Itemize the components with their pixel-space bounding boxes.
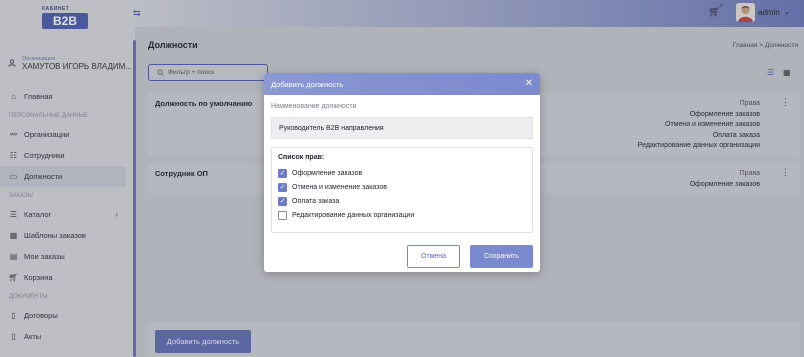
- rights-list: Список прав: ✓ Оформление заказов ✓ Отмена…: [271, 147, 533, 233]
- right-label: Оплата заказа: [292, 197, 340, 205]
- modal-header: Добавить должность ✕: [264, 73, 540, 95]
- right-label: Редактирование данных организации: [292, 211, 415, 219]
- right-checkbox-row[interactable]: Редактирование данных организации: [278, 210, 414, 220]
- save-button[interactable]: Сохранить: [470, 245, 533, 268]
- close-icon[interactable]: ✕: [525, 78, 533, 89]
- cancel-button[interactable]: Отмена: [407, 245, 460, 268]
- right-label: Оформление заказов: [292, 169, 363, 177]
- position-name-input[interactable]: Руководитель B2B направления: [271, 117, 533, 139]
- right-checkbox-row[interactable]: ✓ Оплата заказа: [278, 196, 339, 206]
- checkbox-checked[interactable]: ✓: [278, 168, 287, 178]
- checkbox-checked[interactable]: ✓: [278, 196, 287, 206]
- position-name-label: Наименование должности: [271, 103, 357, 110]
- rights-list-title: Список прав:: [278, 154, 325, 161]
- right-label: Отмена и изменение заказов: [292, 183, 387, 191]
- right-checkbox-row[interactable]: ✓ Оформление заказов: [278, 168, 362, 178]
- checkbox-unchecked[interactable]: [278, 210, 287, 220]
- modal-title: Добавить должность: [271, 79, 344, 89]
- add-position-modal: Добавить должность ✕ Наименование должно…: [264, 73, 540, 272]
- right-checkbox-row[interactable]: ✓ Отмена и изменение заказов: [278, 182, 387, 192]
- checkbox-checked[interactable]: ✓: [278, 182, 287, 192]
